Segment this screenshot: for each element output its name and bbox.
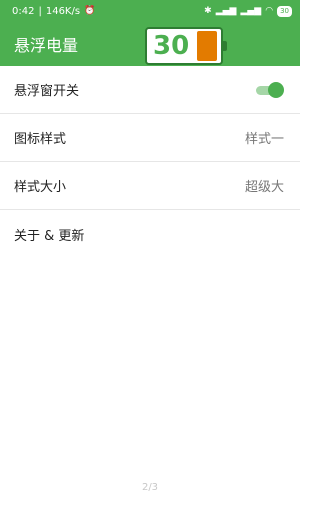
widget-level: 30 [153, 31, 190, 61]
setting-style-size[interactable]: 样式大小 超级大 [0, 162, 300, 210]
floating-battery-widget[interactable]: 30 [145, 27, 227, 65]
toggle-thumb [268, 81, 284, 98]
signal-icon-2: ▂▄▆ [240, 5, 262, 16]
setting-label: 样式大小 [14, 180, 67, 195]
status-time: 0:42 [12, 5, 35, 17]
status-left: 0:42 | 146K/s ⏰ [12, 6, 95, 17]
signal-icon: ▂▄▆ [215, 5, 237, 16]
status-bar: 0:42 | 146K/s ⏰ ✱ ▂▄▆ ▂▄▆ ◠ 30 [0, 0, 300, 22]
setting-about-update[interactable]: 关于 & 更新 [0, 210, 300, 258]
widget-fill [197, 31, 217, 61]
bluetooth-icon: ✱ [204, 5, 212, 16]
wifi-icon: ◠ [265, 5, 274, 16]
setting-floating-window-toggle[interactable]: 悬浮窗开关 [0, 66, 300, 114]
page-indicator: 2/3 [141, 482, 159, 493]
status-net-speed: 146K/s [45, 5, 81, 17]
widget-cap [223, 41, 227, 51]
settings-list: 悬浮窗开关 图标样式 样式一 样式大小 超级大 关于 & 更新 [0, 66, 300, 258]
setting-label: 关于 & 更新 [14, 228, 85, 244]
toggle-switch[interactable] [254, 81, 284, 98]
app-title: 悬浮电量 [14, 36, 79, 55]
alarm-icon: ⏰ [84, 5, 96, 16]
status-divider: | [38, 5, 42, 17]
setting-value: 超级大 [244, 180, 284, 195]
setting-label: 图标样式 [14, 132, 67, 147]
battery-icon: 30 [277, 5, 292, 17]
setting-icon-style[interactable]: 图标样式 样式一 [0, 114, 300, 162]
setting-value: 样式一 [244, 132, 284, 147]
status-right: ✱ ▂▄▆ ▂▄▆ ◠ 30 [204, 5, 292, 17]
setting-label: 悬浮窗开关 [14, 84, 80, 99]
